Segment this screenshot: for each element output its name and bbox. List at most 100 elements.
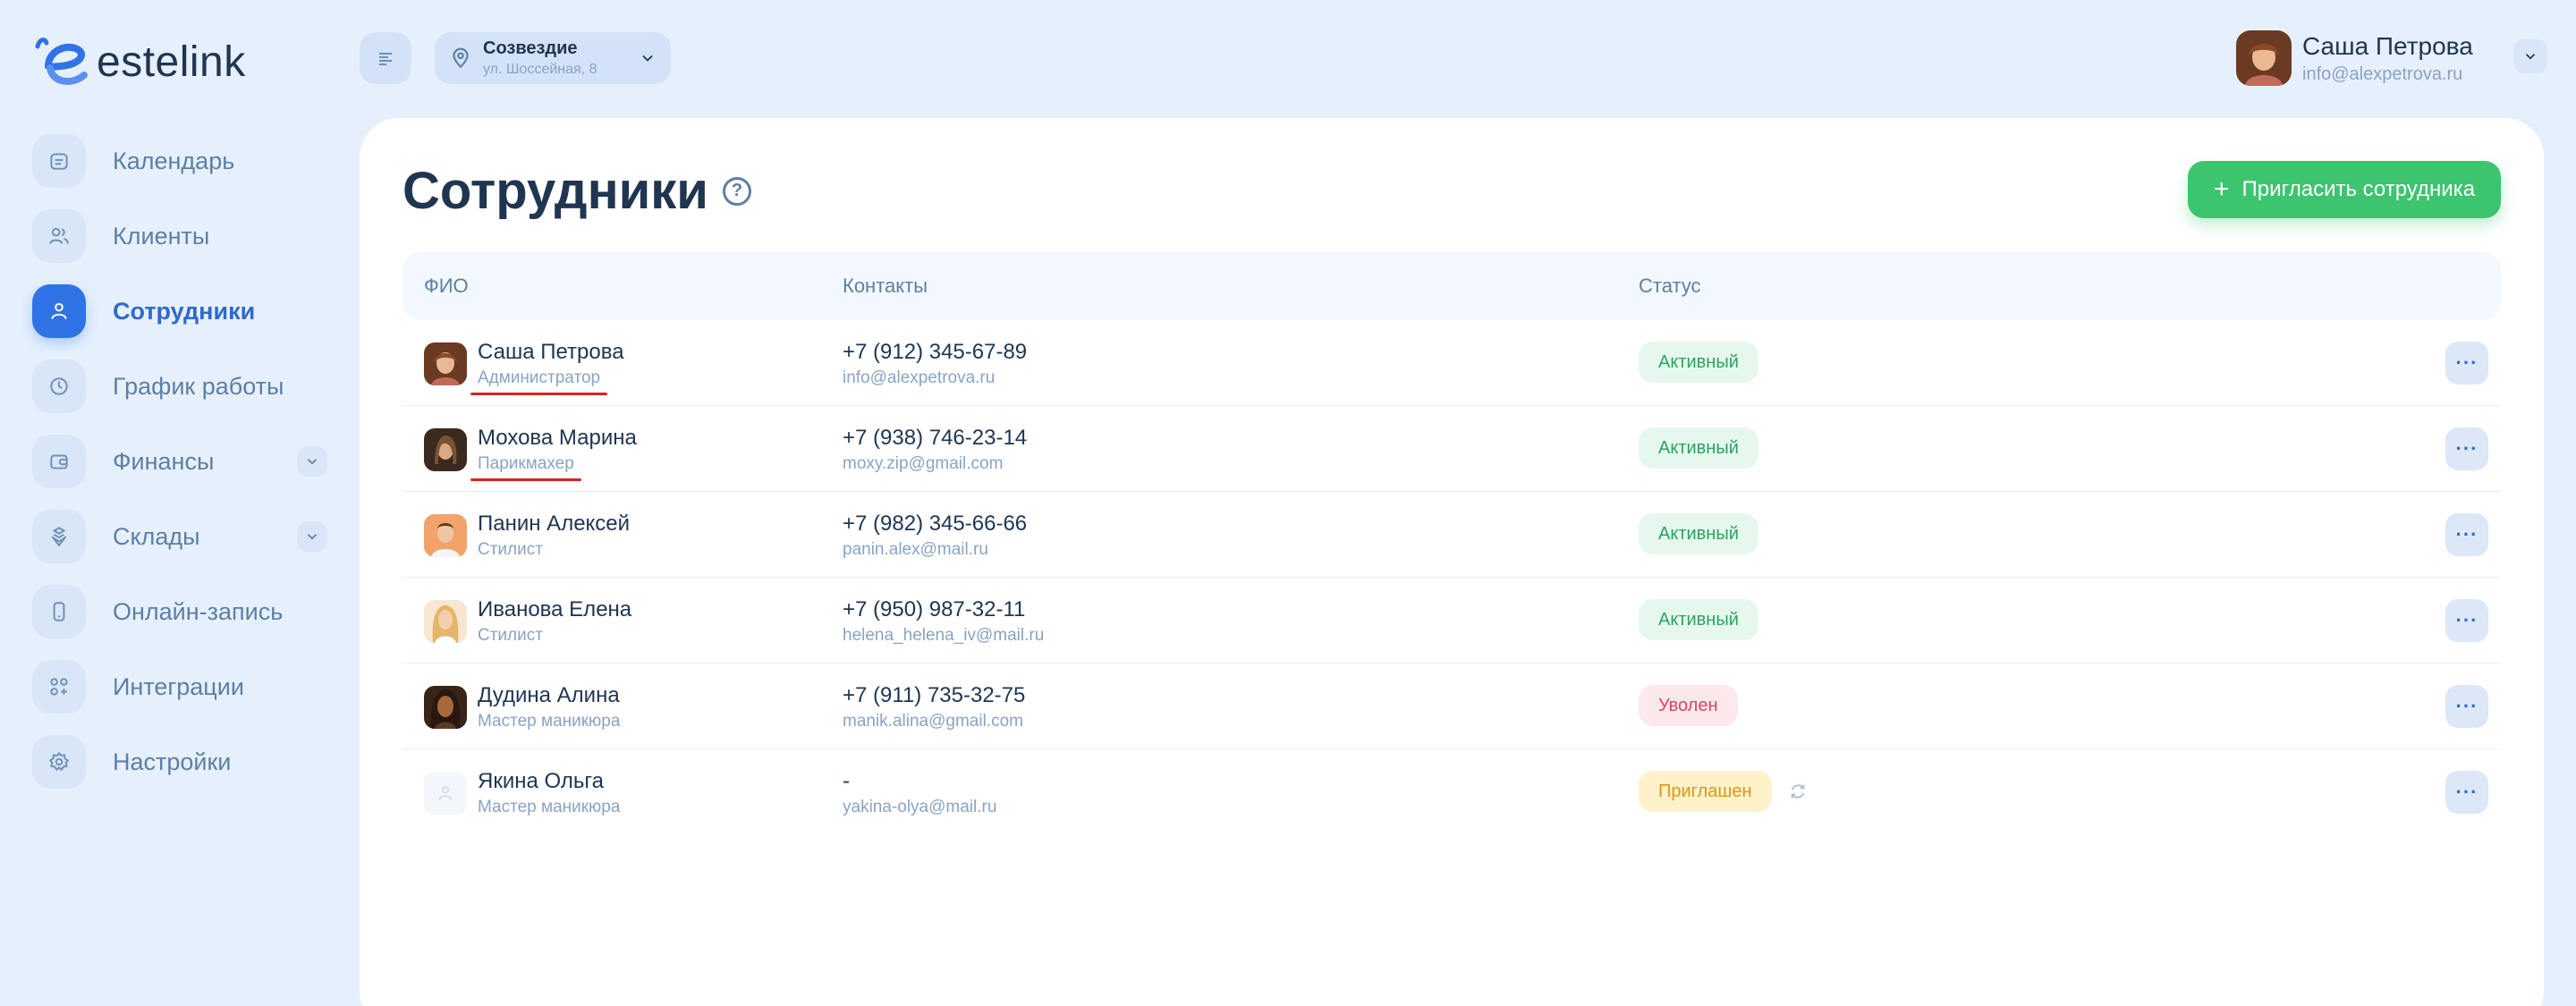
sidebar-item-label: Сотрудники bbox=[113, 297, 256, 325]
chevron-down-icon bbox=[2525, 54, 2536, 60]
status-badge: Уволен bbox=[1639, 685, 1738, 726]
phone-icon bbox=[32, 585, 86, 638]
employee-email: panin.alex@mail.ru bbox=[843, 540, 988, 559]
sidebar-item-online-booking[interactable]: Онлайн-запись bbox=[32, 585, 327, 638]
sidebar-item-label: Онлайн-запись bbox=[113, 597, 284, 625]
employee-name: Мохова Марина bbox=[478, 426, 637, 450]
row-more-button[interactable]: ··· bbox=[2445, 342, 2488, 385]
avatar bbox=[2236, 30, 2292, 86]
sidebar-item-settings[interactable]: Настройки bbox=[32, 735, 327, 789]
chevron-down-icon[interactable] bbox=[297, 446, 327, 477]
employee-phone: +7 (982) 345-66-66 bbox=[843, 511, 1028, 536]
chevron-down-icon[interactable] bbox=[297, 521, 327, 552]
boxes-icon bbox=[32, 510, 86, 563]
main-panel: Сотрудники ? + Пригласить сотрудника ФИО… bbox=[360, 118, 2544, 1006]
status-badge: Приглашен bbox=[1639, 771, 1772, 812]
column-header-status[interactable]: Статус bbox=[1639, 275, 1701, 298]
sidebar-item-integrations[interactable]: Интеграции bbox=[32, 660, 327, 714]
employee-phone: +7 (950) 987-32-11 bbox=[843, 597, 1026, 621]
employee-role: Администратор bbox=[470, 368, 608, 395]
table-row[interactable]: Якина Ольга Мастер маникюра - yakina-oly… bbox=[402, 749, 2501, 835]
logo-mark-icon bbox=[32, 30, 95, 89]
sidebar-item-clients[interactable]: Клиенты bbox=[32, 209, 327, 263]
location-pin-icon bbox=[453, 47, 469, 69]
page-title-text: Сотрудники bbox=[402, 162, 708, 220]
employee-role: Парикмахер bbox=[470, 454, 581, 481]
employee-name: Иванова Елена bbox=[478, 597, 632, 621]
avatar-placeholder-icon bbox=[424, 772, 467, 815]
employee-icon bbox=[32, 284, 86, 338]
table-row[interactable]: Иванова Елена Стилист +7 (950) 987-32-11… bbox=[402, 578, 2501, 664]
avatar bbox=[424, 686, 467, 729]
sidebar-item-warehouses[interactable]: Склады bbox=[32, 510, 327, 563]
sidebar-item-finance[interactable]: Финансы bbox=[32, 435, 327, 488]
employee-phone: +7 (911) 735-32-75 bbox=[843, 683, 1026, 707]
settings-icon bbox=[32, 735, 86, 789]
chevron-down-icon bbox=[642, 55, 653, 62]
menu-lines-icon bbox=[379, 53, 392, 65]
logo-text: estelink bbox=[97, 38, 246, 86]
employee-email: moxy.zip@gmail.com bbox=[843, 454, 1004, 473]
column-header-name[interactable]: ФИО bbox=[424, 275, 469, 298]
table-row[interactable]: Саша Петрова Администратор +7 (912) 345-… bbox=[402, 320, 2501, 406]
wallet-icon bbox=[32, 435, 86, 488]
plus-icon: + bbox=[2213, 174, 2230, 204]
employee-name: Якина Ольга bbox=[478, 769, 604, 793]
employee-name: Саша Петрова bbox=[478, 340, 624, 364]
avatar bbox=[424, 342, 467, 385]
employee-role: Мастер маникюра bbox=[478, 798, 621, 816]
help-icon[interactable]: ? bbox=[722, 176, 751, 206]
resend-invite-icon[interactable] bbox=[1788, 782, 1808, 801]
sidebar-item-label: Календарь bbox=[113, 147, 235, 174]
table-row[interactable]: Панин Алексей Стилист +7 (982) 345-66-66… bbox=[402, 492, 2501, 578]
avatar bbox=[424, 600, 467, 643]
employee-role: Стилист bbox=[478, 626, 543, 645]
row-more-button[interactable]: ··· bbox=[2445, 599, 2488, 642]
invite-employee-label: Пригласить сотрудника bbox=[2241, 177, 2476, 201]
row-more-button[interactable]: ··· bbox=[2445, 427, 2488, 470]
sidebar-item-label: График работы bbox=[113, 372, 284, 400]
table-row[interactable]: Мохова Марина Парикмахер +7 (938) 746-23… bbox=[402, 406, 2501, 492]
employee-phone: +7 (938) 746-23-14 bbox=[843, 426, 1028, 450]
sidebar-item-schedule[interactable]: График работы bbox=[32, 359, 327, 413]
status-badge: Активный bbox=[1639, 513, 1758, 554]
employee-name: Дудина Алина bbox=[478, 683, 620, 707]
invite-employee-button[interactable]: + Пригласить сотрудника bbox=[2188, 161, 2501, 218]
clients-icon bbox=[32, 209, 86, 263]
sidebar-item-label: Интеграции bbox=[113, 672, 244, 700]
status-badge: Активный bbox=[1639, 342, 1758, 383]
status-badge: Активный bbox=[1639, 599, 1758, 640]
sidebar-item-calendar[interactable]: Календарь bbox=[32, 134, 327, 188]
avatar bbox=[424, 428, 467, 471]
sidebar-item-employees[interactable]: Сотрудники bbox=[32, 284, 327, 338]
row-more-button[interactable]: ··· bbox=[2445, 685, 2488, 728]
logo[interactable]: estelink bbox=[32, 30, 246, 89]
row-more-button[interactable]: ··· bbox=[2445, 771, 2488, 814]
column-header-contacts[interactable]: Контакты bbox=[843, 275, 928, 298]
employee-email: info@alexpetrova.ru bbox=[843, 368, 996, 387]
employee-role: Стилист bbox=[478, 540, 543, 559]
sidebar-item-label: Склады bbox=[113, 522, 200, 550]
calendar-icon bbox=[32, 134, 86, 188]
employee-email: manik.alina@gmail.com bbox=[843, 712, 1023, 731]
menu-toggle-button[interactable] bbox=[360, 32, 411, 84]
row-more-button[interactable]: ··· bbox=[2445, 513, 2488, 556]
table-row[interactable]: Дудина Алина Мастер маникюра +7 (911) 73… bbox=[402, 664, 2501, 749]
user-menu-button[interactable] bbox=[2513, 39, 2547, 73]
employee-email: yakina-olya@mail.ru bbox=[843, 798, 997, 816]
sidebar-item-label: Финансы bbox=[113, 447, 215, 475]
location-name: Созвездие bbox=[483, 38, 578, 58]
status-badge: Активный bbox=[1639, 427, 1758, 469]
sidebar-item-label: Клиенты bbox=[113, 222, 210, 249]
user-email: info@alexpetrova.ru bbox=[2302, 63, 2463, 84]
page-title: Сотрудники ? bbox=[402, 161, 751, 221]
user-profile[interactable]: Саша Петрова info@alexpetrova.ru bbox=[2236, 30, 2473, 86]
clock-icon bbox=[32, 359, 86, 413]
location-selector[interactable]: Созвездие ул. Шоссейная, 8 bbox=[435, 32, 671, 84]
employees-table: ФИО Контакты Статус Саша Петрова Админис… bbox=[402, 252, 2501, 835]
employee-phone: +7 (912) 345-67-89 bbox=[843, 340, 1028, 364]
sidebar-item-label: Настройки bbox=[113, 748, 232, 775]
employee-role: Мастер маникюра bbox=[478, 712, 621, 731]
integrations-icon bbox=[32, 660, 86, 714]
sidebar: Календарь Клиенты Сотрудники График рабо… bbox=[32, 134, 327, 810]
